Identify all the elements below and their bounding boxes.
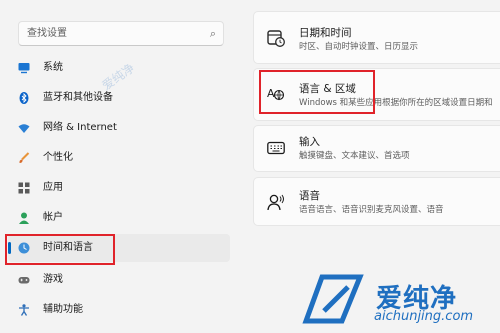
sidebar-item-label: 个性化 xyxy=(43,152,73,163)
watermark-url: aichunjing.com xyxy=(374,309,474,324)
monitor-icon xyxy=(18,63,30,74)
sidebar-item-label: 网络 & Internet xyxy=(43,122,117,133)
sidebar-item-apps[interactable]: 应用 xyxy=(8,174,230,202)
settings-card-date-time[interactable]: 日期和时间 时区、自动时钟设置、日历显示 xyxy=(253,11,500,64)
brush-icon xyxy=(19,152,30,163)
card-title: 语音 xyxy=(299,190,320,202)
accessibility-icon xyxy=(19,304,29,316)
sidebar: 查找设置 ⌕ 系统 蓝牙和其他设备 网络 & Internet 个性化 应用 帐… xyxy=(0,0,240,333)
sidebar-item-network[interactable]: 网络 & Internet xyxy=(8,114,230,142)
bluetooth-icon xyxy=(19,92,29,104)
settings-card-input[interactable]: 输入 触摸键盘、文本建议、首选项 xyxy=(253,125,500,172)
sidebar-item-bluetooth[interactable]: 蓝牙和其他设备 xyxy=(8,84,230,112)
sidebar-item-gaming[interactable]: 游戏 xyxy=(8,266,230,294)
sidebar-item-label: 系统 xyxy=(43,62,63,73)
keyboard-icon xyxy=(267,141,285,155)
sidebar-item-label: 辅助功能 xyxy=(43,304,83,315)
sidebar-item-label: 蓝牙和其他设备 xyxy=(43,92,113,103)
card-subtitle: 时区、自动时钟设置、日历显示 xyxy=(299,42,419,52)
card-subtitle: 触摸键盘、文本建议、首选项 xyxy=(299,151,410,161)
highlight-box-language-region xyxy=(259,70,375,114)
search-input[interactable]: 查找设置 ⌕ xyxy=(18,21,224,46)
calendar-clock-icon xyxy=(267,30,285,47)
sidebar-item-label: 帐户 xyxy=(43,212,63,223)
sidebar-item-label: 应用 xyxy=(43,182,63,193)
sidebar-item-accessibility[interactable]: 辅助功能 xyxy=(8,296,230,324)
sidebar-item-accounts[interactable]: 帐户 xyxy=(8,204,230,232)
search-icon: ⌕ xyxy=(209,27,216,40)
wifi-icon xyxy=(18,124,30,133)
sidebar-item-label: 游戏 xyxy=(43,274,63,285)
person-icon xyxy=(19,212,29,224)
card-title: 输入 xyxy=(299,136,320,148)
speech-icon xyxy=(267,194,284,211)
gamepad-icon xyxy=(18,277,30,284)
search-placeholder: 查找设置 xyxy=(27,28,67,39)
apps-icon xyxy=(18,182,30,194)
card-subtitle: 语音语言、语音识别麦克风设置、语音 xyxy=(299,205,444,215)
settings-card-speech[interactable]: 语音 语音语言、语音识别麦克风设置、语音 xyxy=(253,177,500,226)
sidebar-item-personalization[interactable]: 个性化 xyxy=(8,144,230,172)
highlight-box-time-language xyxy=(5,234,115,265)
card-title: 日期和时间 xyxy=(299,27,352,39)
